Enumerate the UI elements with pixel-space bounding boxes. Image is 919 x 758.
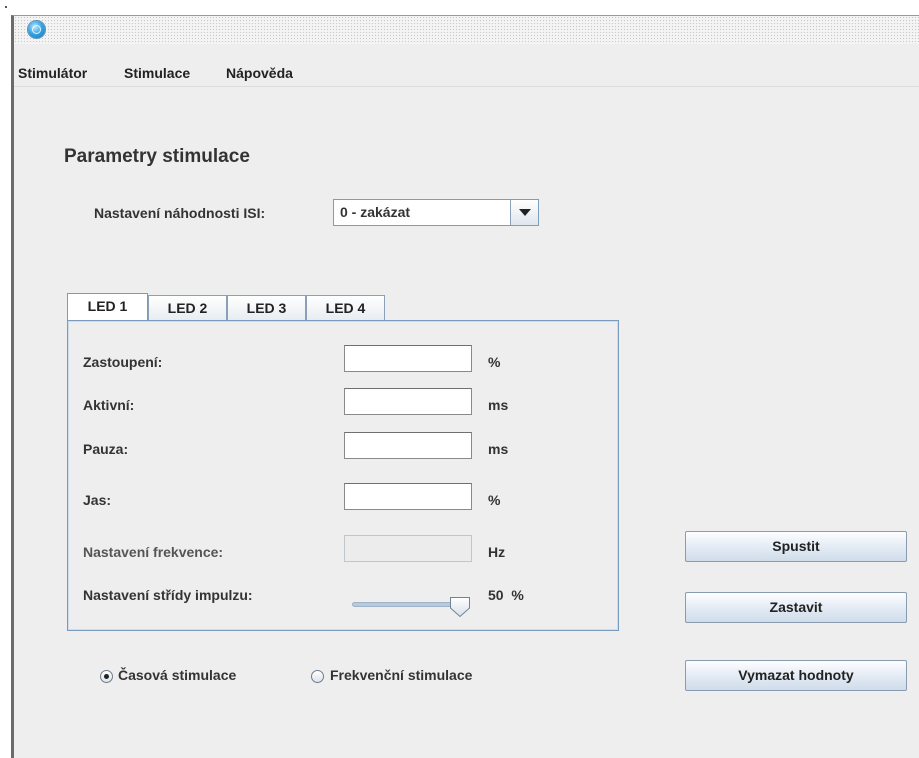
radio-frekvencni-label[interactable]: Frekvenční stimulace xyxy=(330,667,472,683)
duty-label: Nastavení střídy impulzu: xyxy=(83,587,253,603)
menu-stimulator[interactable]: Stimulátor xyxy=(18,65,87,81)
slider-thumb-icon[interactable] xyxy=(449,596,471,618)
isi-label: Nastavení náhodnosti ISI: xyxy=(94,205,266,221)
tab-led-2[interactable]: LED 2 xyxy=(148,295,227,320)
isi-select[interactable]: 0 - zakázat xyxy=(333,199,539,226)
tab-led-1[interactable]: LED 1 xyxy=(67,293,148,320)
isi-select-button[interactable] xyxy=(510,200,538,225)
field-label-aktivni: Aktivní: xyxy=(83,397,135,413)
app-window: Stimulátor Stimulace Nápověda Parametry … xyxy=(11,15,919,758)
frequency-unit: Hz xyxy=(488,544,506,560)
start-button[interactable]: Spustit xyxy=(685,531,907,562)
field-label-pauza: Pauza: xyxy=(83,441,129,457)
field-label-jas: Jas: xyxy=(83,492,112,508)
title-bar[interactable] xyxy=(14,16,919,44)
frequency-label: Nastavení frekvence: xyxy=(83,544,224,560)
zastoupeni-input[interactable] xyxy=(344,345,472,372)
tab-led-4[interactable]: LED 4 xyxy=(306,295,385,320)
radio-casova-label[interactable]: Časová stimulace xyxy=(118,667,236,683)
radio-casova[interactable] xyxy=(100,670,113,683)
menu-napoveda[interactable]: Nápověda xyxy=(226,65,293,81)
aktivni-input[interactable] xyxy=(344,388,472,415)
corner-dot xyxy=(5,6,7,8)
clear-values-button[interactable]: Vymazat hodnoty xyxy=(685,660,907,691)
pauza-input[interactable] xyxy=(344,432,472,459)
chevron-down-icon xyxy=(519,209,531,216)
field-label-zastoupeni: Zastoupení: xyxy=(83,354,163,370)
stop-button[interactable]: Zastavit xyxy=(685,592,907,623)
field-unit-zastoupeni: % xyxy=(488,354,501,370)
duty-value: 50 % xyxy=(488,587,524,603)
field-unit-jas: % xyxy=(488,492,501,508)
duty-slider-track[interactable] xyxy=(352,602,462,607)
field-unit-pauza: ms xyxy=(488,441,509,457)
field-unit-aktivni: ms xyxy=(488,397,509,413)
menu-stimulace[interactable]: Stimulace xyxy=(124,65,190,81)
page-title: Parametry stimulace xyxy=(64,146,250,167)
isi-select-value: 0 - zakázat xyxy=(340,204,411,220)
jas-input[interactable] xyxy=(344,483,472,510)
menu-bar: Stimulátor Stimulace Nápověda xyxy=(14,60,919,87)
radio-frekvencni[interactable] xyxy=(311,670,324,683)
tab-led-3[interactable]: LED 3 xyxy=(227,295,306,320)
globe-icon xyxy=(28,21,45,38)
frequency-input xyxy=(344,535,472,562)
